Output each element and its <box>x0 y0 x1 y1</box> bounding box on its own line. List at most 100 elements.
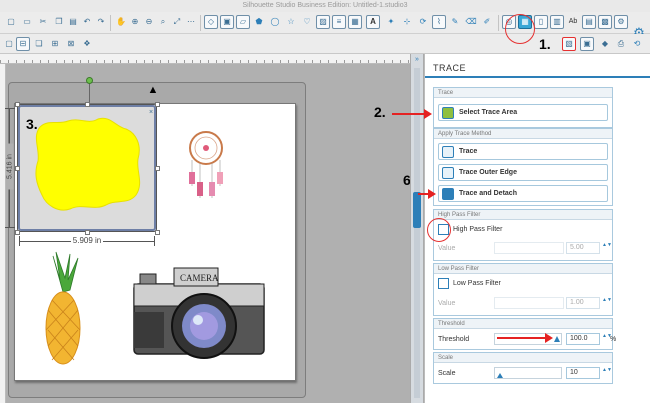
text-tool-icon[interactable]: A <box>366 15 380 29</box>
redo-icon[interactable]: ↷ <box>94 15 108 29</box>
resize-handle[interactable] <box>15 166 20 171</box>
resize-handle[interactable] <box>155 166 160 171</box>
duplicate-icon[interactable]: ❏ <box>32 37 46 51</box>
resize-handle[interactable] <box>155 102 160 107</box>
resize-handle[interactable] <box>85 102 90 107</box>
page-icon[interactable]: ▢ <box>2 37 16 51</box>
pan-icon[interactable]: ✋ <box>114 15 128 29</box>
paste-icon[interactable]: ▤ <box>66 15 80 29</box>
scroll-track[interactable] <box>414 68 420 398</box>
threshold-value-input[interactable]: 100.0 <box>566 333 600 345</box>
resize-handle[interactable] <box>85 230 90 235</box>
resize-handle[interactable] <box>15 230 20 235</box>
knife-icon[interactable]: ✦ <box>384 15 398 29</box>
shape-icon[interactable]: ▱ <box>236 15 250 29</box>
polygon-icon[interactable]: ⬟ <box>252 15 266 29</box>
scrollbar-thumb[interactable] <box>413 192 421 228</box>
edit-points-icon[interactable]: ⌇ <box>432 15 446 29</box>
group-icon[interactable]: ▣ <box>220 15 234 29</box>
offset-icon[interactable]: ▨ <box>316 15 330 29</box>
pencil-icon[interactable]: ✎ <box>448 15 462 29</box>
send-to-cutter-icon[interactable]: ⎙ <box>614 37 628 51</box>
store-icon[interactable]: ⚙ <box>614 15 628 29</box>
width-label: 5.909 in <box>70 236 104 245</box>
text-style-icon[interactable]: Ab <box>566 15 580 29</box>
new-icon[interactable]: ▢ <box>4 15 18 29</box>
heart-icon[interactable]: ♡ <box>300 15 314 29</box>
double-chevron-icon[interactable]: » <box>412 56 422 64</box>
slider-thumb[interactable] <box>554 336 560 342</box>
group-objects-icon[interactable]: ⊞ <box>48 37 62 51</box>
resize-handle[interactable] <box>15 102 20 107</box>
zoom-out-icon[interactable]: ⊖ <box>142 15 156 29</box>
low-pass-slider[interactable] <box>494 297 564 309</box>
value-label: Value <box>438 245 456 252</box>
stepper-arrows-icon[interactable]: ▲▼ <box>602 242 612 254</box>
panel-scroll-strip: » <box>410 54 424 403</box>
annotation-circle <box>427 218 451 242</box>
scale-value-input[interactable]: 10 <box>566 367 600 379</box>
library-icon[interactable]: ▤ <box>582 15 596 29</box>
resize-handle[interactable] <box>155 230 160 235</box>
zoom-select-icon[interactable]: ⌕ <box>156 15 170 29</box>
slider-thumb[interactable] <box>497 373 503 378</box>
save-icon[interactable]: ✂ <box>36 15 50 29</box>
transform-icon[interactable]: ⊹ <box>400 15 414 29</box>
scale-slider[interactable] <box>494 367 562 379</box>
fit-page-icon[interactable]: ⤢ <box>170 15 184 29</box>
select-trace-area-button[interactable]: Select Trace Area <box>438 104 608 121</box>
stepper-arrows-icon[interactable]: ▲▼ <box>602 297 612 309</box>
section-header: Low Pass Filter <box>434 264 612 274</box>
rotate-icon[interactable]: ⟳ <box>416 15 430 29</box>
select-icon[interactable]: ◇ <box>204 15 218 29</box>
trace-outer-edge-button[interactable]: Trace Outer Edge <box>438 164 608 181</box>
trace-and-detach-button[interactable]: Trace and Detach <box>438 185 608 202</box>
pineapple-image[interactable] <box>38 250 88 370</box>
dreamcatcher-image[interactable] <box>178 128 234 208</box>
line-style-icon[interactable]: ≡ <box>332 15 346 29</box>
ungroup-icon[interactable]: ⊠ <box>64 37 78 51</box>
eraser-tool-icon[interactable]: ◆ <box>598 37 612 51</box>
camera-image[interactable]: CAMERA <box>130 262 270 362</box>
scale-row: Scale 10 ▲▼ <box>438 367 612 381</box>
brush-icon[interactable]: ✐ <box>480 15 494 29</box>
close-icon[interactable]: × <box>147 109 155 117</box>
replicate-icon[interactable]: ▥ <box>550 15 564 29</box>
grid-icon[interactable]: ⋯ <box>184 15 198 29</box>
open-icon[interactable]: ▭ <box>20 15 34 29</box>
send-panel-icon[interactable]: ▩ <box>598 15 612 29</box>
circle-icon[interactable]: ◯ <box>268 15 282 29</box>
trace-selection-box[interactable]: × <box>17 104 157 232</box>
undo-icon[interactable]: ↶ <box>80 15 94 29</box>
high-pass-row[interactable]: High Pass Filter <box>438 223 610 237</box>
move-up-arrow-icon[interactable]: ▲ <box>147 84 159 96</box>
section-header: High Pass Filter <box>434 210 612 220</box>
cut-settings-icon[interactable]: ▣ <box>580 37 594 51</box>
low-pass-row[interactable]: Low Pass Filter <box>438 277 610 291</box>
trace-select-icon[interactable]: ▧ <box>562 37 576 51</box>
annotation-arrow <box>392 109 432 119</box>
page-setup-icon[interactable]: ▯ <box>534 15 548 29</box>
high-pass-slider[interactable] <box>494 242 564 254</box>
refresh-icon[interactable]: ⟲ <box>630 37 644 51</box>
low-pass-checkbox[interactable] <box>438 278 449 289</box>
high-pass-value-input[interactable]: 5.00 <box>566 242 600 254</box>
app-window: Silhouette Studio Business Edition: Unti… <box>0 0 650 403</box>
height-dimension: 5.416 in <box>5 108 15 228</box>
trace-button[interactable]: Trace <box>438 143 608 160</box>
high-pass-section: High Pass Filter High Pass Filter Value … <box>433 209 613 261</box>
section-header: Trace <box>434 88 612 98</box>
compound-icon[interactable]: ❖ <box>80 37 94 51</box>
low-pass-value-input[interactable]: 1.00 <box>566 297 600 309</box>
star-icon[interactable]: ☆ <box>284 15 298 29</box>
align-icon[interactable]: ⊟ <box>16 37 30 51</box>
fill-icon[interactable]: ▦ <box>348 15 362 29</box>
copy-icon[interactable]: ❐ <box>52 15 66 29</box>
zoom-in-icon[interactable]: ⊕ <box>128 15 142 29</box>
eraser-icon[interactable]: ⌫ <box>464 15 478 29</box>
threshold-unit: % <box>610 336 617 343</box>
rotation-handle[interactable] <box>86 77 93 84</box>
stepper-arrows-icon[interactable]: ▲▼ <box>602 367 612 379</box>
step-3-label: 3. <box>26 116 38 132</box>
stepper-arrows-icon[interactable]: ▲▼ <box>602 333 612 345</box>
